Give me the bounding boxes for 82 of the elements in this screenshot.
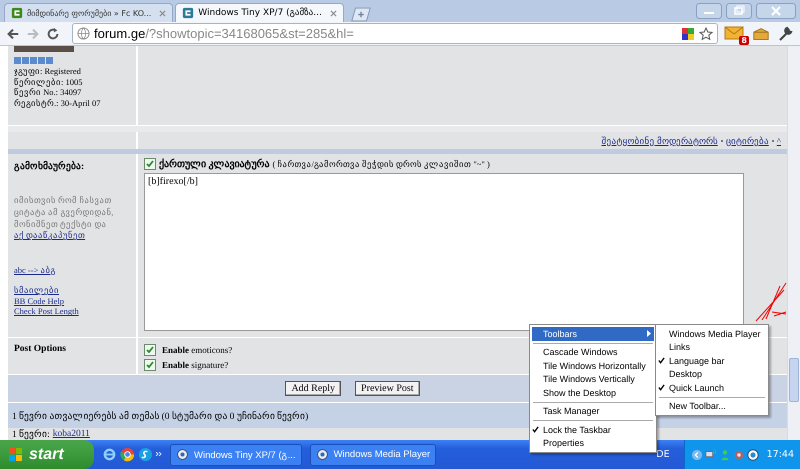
profile-detail: რეგისტრ.: 30-April 07 [14, 98, 102, 108]
color-grid-icon[interactable] [681, 26, 695, 40]
quote-hint: იმისთვის რომ ჩასვათ ციტატა ამ გვერდიდან, მონიშნეთ ტექსტი და [14, 194, 114, 230]
menu-item[interactable]: Language bar [658, 354, 766, 368]
speaker-icon[interactable] [732, 448, 745, 460]
browser-e-icon[interactable] [102, 447, 117, 462]
menu-item[interactable]: Links [658, 340, 766, 354]
chevron-icon[interactable] [156, 452, 162, 456]
form-button[interactable]: Add Reply [285, 381, 342, 396]
media-icon[interactable] [746, 448, 759, 460]
profile-detail: წევრი No.: 34097 [14, 87, 82, 98]
app-icon [316, 448, 329, 461]
new-tab-icon[interactable] [350, 7, 372, 22]
browser-icon[interactable] [120, 447, 135, 462]
keyboard-checkbox[interactable] [144, 158, 156, 170]
scrollbar[interactable] [787, 46, 800, 440]
menu-item[interactable]: Cascade Windows [532, 346, 654, 359]
clock: 17:44 [766, 449, 794, 460]
message-field[interactable]: [b]firexo[/b] [144, 173, 744, 332]
back-icon[interactable] [6, 26, 20, 40]
url-text: forum.ge/?showtopic=34168065&st=285&hl= [94, 26, 355, 41]
close-icon[interactable] [756, 3, 796, 19]
address-field[interactable]: forum.ge/?showtopic=34168065&st=285&hl= [72, 23, 718, 44]
close-icon[interactable] [330, 10, 337, 16]
translit-link[interactable]: abc --> აბგ [14, 264, 130, 276]
rating-pips-icon [14, 57, 54, 65]
menu-item[interactable]: Desktop [658, 368, 766, 381]
menu-item[interactable]: New Toolbar... [658, 400, 766, 413]
windows-logo-icon [8, 446, 24, 462]
menu-item[interactable]: Toolbars [532, 327, 654, 340]
menu-item[interactable]: Tile Windows Vertically [532, 372, 654, 386]
separator-dot [720, 140, 723, 142]
globe-icon [77, 27, 90, 40]
profile-detail: ჯგუფი: Registered [14, 66, 82, 76]
taskbar-window[interactable]: Windows Tiny XP/7 (გ... [170, 444, 302, 466]
star-icon[interactable] [699, 26, 713, 40]
post-action-link[interactable]: ^ [776, 136, 781, 146]
menu-item[interactable]: Quick Launch [658, 381, 766, 394]
start-button[interactable]: start [0, 440, 94, 469]
language-indicator[interactable]: DE [656, 449, 670, 460]
reload-icon[interactable] [46, 26, 60, 40]
site-icon [11, 7, 23, 19]
members-label: 1 წევრი: [12, 428, 50, 440]
mail-button[interactable]: 8 [724, 24, 746, 42]
option-label: Enable signature? [162, 360, 228, 370]
minimize-icon[interactable] [696, 3, 722, 19]
reply-label: გამოხმაურება: [14, 160, 86, 172]
menu-item[interactable]: Properties [532, 436, 654, 450]
menu-item[interactable]: Tile Windows Horizontally [532, 359, 654, 372]
option-checkbox[interactable] [144, 344, 156, 356]
help-link[interactable]: სმაილები [14, 285, 130, 296]
site-icon [182, 7, 194, 19]
close-icon[interactable] [159, 10, 166, 16]
check-icon [532, 426, 539, 434]
taskbar-window[interactable]: Windows Media Player [310, 444, 436, 466]
check-icon [658, 384, 665, 392]
menu-item[interactable]: Show the Desktop [532, 386, 654, 400]
unread-count: 8 [739, 36, 749, 44]
help-link[interactable]: Check Post Length [14, 306, 130, 317]
box-icon[interactable] [752, 26, 770, 42]
options-label: Post Options [14, 344, 67, 354]
separator-dot [772, 140, 774, 142]
option-checkbox[interactable] [144, 358, 156, 371]
member-link[interactable]: koba2011 [52, 429, 90, 439]
post-action-link[interactable]: შეატყობინე მოდერატორს [602, 136, 718, 146]
browser-tab[interactable]: მიმდინარე ფორუმები » Fc KO... [4, 3, 174, 22]
photo-placeholder [14, 46, 74, 52]
post-action-link[interactable]: ციტირება [726, 136, 769, 146]
keyboard-label: ქართული კლავიატურა [159, 158, 270, 170]
option-label: Enable emoticons? [162, 344, 232, 355]
submenu-arrow-icon [647, 330, 651, 338]
help-link[interactable]: BB Code Help [14, 296, 130, 306]
keyboard-note: ( ჩართვა/გამორთვა შეჭდის დროს კლავიშით "~" ) [272, 159, 490, 170]
menu-item[interactable]: Task Manager [532, 404, 654, 418]
profile-detail: წერილები: 1005 [14, 76, 84, 87]
form-button[interactable]: Preview Post [355, 381, 420, 396]
check-icon [658, 357, 665, 364]
app-icon [176, 448, 189, 461]
browser-tab[interactable]: Windows Tiny XP/7 (გამზა... [175, 3, 344, 22]
restore-icon[interactable] [726, 3, 752, 19]
chat-icon[interactable] [138, 447, 153, 462]
quote-link[interactable]: აქ დააწკაპუნეთ [14, 230, 130, 241]
